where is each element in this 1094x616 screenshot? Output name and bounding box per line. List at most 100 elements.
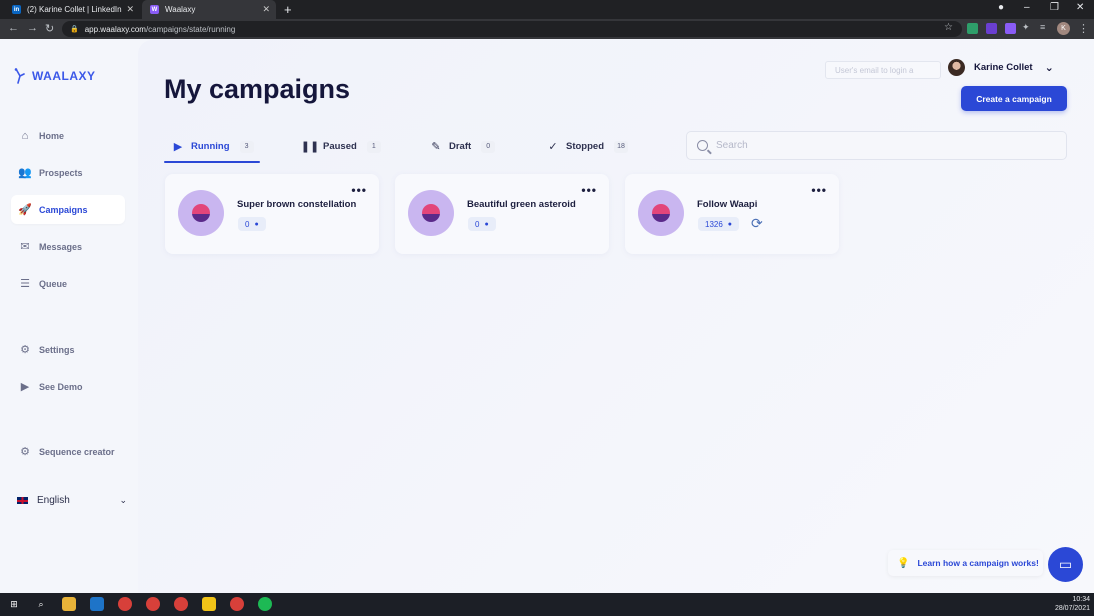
url-host: app.waalaxy.com [84, 24, 146, 34]
browser-profile-avatar[interactable]: K [1057, 22, 1070, 35]
learn-label: Learn how a campaign works! [917, 558, 1039, 568]
prospect-count: 0 [475, 219, 480, 229]
sidebar-item-home[interactable]: ⌂ Home [11, 121, 125, 150]
spotify-icon[interactable] [258, 597, 272, 611]
sidebar-item-campaigns[interactable]: 🚀 Campaigns [11, 195, 125, 224]
puzzle-icon[interactable]: ✦ [1022, 22, 1030, 33]
campaign-card[interactable]: Follow Waapi 1326 ● ⟳ ••• [625, 174, 839, 254]
tab-count-badge: 18 [614, 140, 628, 153]
search-input[interactable] [716, 140, 1046, 151]
sticky-notes-icon[interactable] [202, 597, 216, 611]
list-icon: ☰ [20, 278, 30, 290]
close-icon[interactable]: ✕ [262, 4, 270, 15]
reload-icon[interactable]: ↻ [45, 22, 54, 35]
more-options-icon[interactable]: ••• [581, 183, 597, 197]
browser-tab-waalaxy[interactable]: W Waalaxy ✕ [142, 0, 276, 19]
prospect-count-badge: 1326 ● [698, 217, 740, 231]
campaign-name: Super brown constellation [237, 199, 357, 210]
sidebar-item-label: Queue [39, 278, 68, 289]
play-icon: ▶ [173, 141, 183, 153]
chat-support-button[interactable]: ▭ [1048, 547, 1083, 582]
extension-icon[interactable] [967, 23, 978, 34]
extension-icon[interactable] [986, 23, 997, 34]
restore-icon[interactable]: ❐ [1050, 2, 1059, 13]
browser-tab-linkedin[interactable]: in (2) Karine Collet | LinkedIn ✕ [4, 0, 140, 19]
mail-icon: ✉ [20, 241, 30, 253]
reading-list-icon[interactable]: ≡ [1040, 22, 1045, 32]
tab-draft[interactable]: ✎ Draft 0 [430, 132, 496, 161]
close-icon[interactable]: ✕ [126, 4, 134, 15]
browser-menu-icon[interactable]: ⋮ [1078, 22, 1089, 35]
create-campaign-button[interactable]: Create a campaign [961, 86, 1067, 111]
tab-running[interactable]: ▶ Running 3 [172, 132, 254, 161]
tab-label: Stopped [566, 141, 604, 152]
login-as-user-field[interactable]: User's email to login a [825, 61, 941, 79]
chrome-icon[interactable] [230, 597, 244, 611]
pencil-icon: ✎ [431, 141, 441, 153]
waalaxy-icon: W [150, 5, 159, 14]
waalaxy-logo[interactable]: WAALAXY [14, 68, 96, 84]
campaign-avatar [638, 190, 684, 236]
search-icon[interactable]: ⌕ [34, 597, 48, 611]
more-options-icon[interactable]: ••• [351, 183, 367, 197]
back-icon[interactable]: ← [8, 22, 19, 34]
campaign-avatar [408, 190, 454, 236]
users-icon: 👥 [18, 167, 32, 179]
learn-campaign-link[interactable]: 💡 Learn how a campaign works! [888, 550, 1043, 576]
language-selector[interactable]: English ⌄ [17, 495, 127, 506]
check-icon: ✓ [548, 141, 558, 153]
campaign-name: Beautiful green asteroid [467, 199, 576, 210]
user-menu[interactable]: Karine Collet ⌄ [948, 59, 1054, 76]
forward-icon[interactable]: → [27, 22, 38, 34]
campaign-card[interactable]: Beautiful green asteroid 0 ● ••• [395, 174, 609, 254]
user-name: Karine Collet [974, 62, 1033, 73]
record-icon[interactable]: ● [998, 2, 1004, 13]
url-field[interactable]: 🔒 app.waalaxy.com /campaigns/state/runni… [62, 21, 962, 37]
users-icon: ● [254, 220, 259, 228]
chrome-icon[interactable] [146, 597, 160, 611]
chrome-icon[interactable] [174, 597, 188, 611]
pause-icon: ❚❚ [300, 141, 320, 153]
bookmark-star-icon[interactable]: ☆ [944, 22, 953, 33]
waalaxy-logo-icon [14, 68, 26, 84]
prospect-count: 1326 [705, 219, 723, 229]
chrome-icon[interactable] [118, 597, 132, 611]
windows-start-icon[interactable]: ⊞ [7, 597, 21, 611]
chevron-down-icon: ⌄ [119, 495, 127, 505]
system-clock[interactable]: 10:34 28/07/2021 [1055, 595, 1090, 613]
tab-paused[interactable]: ❚❚ Paused 1 [300, 132, 381, 161]
sidebar-item-see-demo[interactable]: ▶ See Demo [11, 372, 125, 401]
tab-count-badge: 1 [366, 140, 381, 153]
window-close-icon[interactable]: ✕ [1076, 2, 1084, 13]
language-label: English [37, 495, 70, 506]
tab-label: Draft [449, 141, 472, 152]
file-explorer-icon[interactable] [62, 597, 76, 611]
sidebar-item-queue[interactable]: ☰ Queue [11, 269, 125, 298]
play-icon: ▶ [20, 381, 30, 393]
linkedin-icon: in [12, 5, 21, 14]
campaign-card[interactable]: Super brown constellation 0 ● ••• [165, 174, 379, 254]
app-root: WAALAXY ⌂ Home 👥 Prospects 🚀 Campaigns ✉… [0, 40, 1094, 593]
tab-stopped[interactable]: ✓ Stopped 18 [547, 132, 628, 161]
sidebar-item-sequence-creator[interactable]: ⚙ Sequence creator [11, 437, 125, 466]
tab-title: (2) Karine Collet | LinkedIn [27, 5, 122, 14]
sidebar-item-settings[interactable]: ⚙ Settings [11, 335, 125, 364]
tab-count-badge: 0 [481, 140, 496, 153]
search-box[interactable] [686, 131, 1067, 160]
browser-tab-bar: in (2) Karine Collet | LinkedIn ✕ W Waal… [0, 0, 1094, 19]
url-path: /campaigns/state/running [145, 24, 236, 34]
new-tab-button[interactable]: + [284, 2, 292, 17]
sync-icon[interactable]: ⟳ [751, 215, 763, 232]
clock-time: 10:34 [1072, 596, 1090, 603]
minimize-icon[interactable]: – [1024, 2, 1030, 13]
mail-app-icon[interactable] [90, 597, 104, 611]
extension-icon[interactable] [1005, 23, 1016, 34]
prospect-count: 0 [245, 219, 250, 229]
sidebar-item-messages[interactable]: ✉ Messages [11, 232, 125, 261]
campaign-name: Follow Waapi [697, 199, 758, 210]
lightbulb-icon: 💡 [897, 557, 910, 569]
avatar [948, 59, 965, 76]
sidebar-item-prospects[interactable]: 👥 Prospects [11, 158, 125, 187]
more-options-icon[interactable]: ••• [811, 183, 827, 197]
prospect-count-badge: 0 ● [238, 217, 266, 231]
